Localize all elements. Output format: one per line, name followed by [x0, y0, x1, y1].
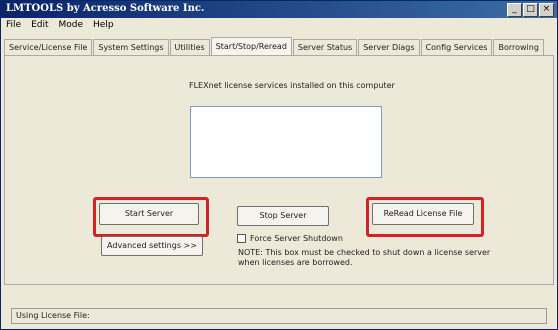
- tab-config-services[interactable]: Config Services: [420, 39, 493, 55]
- menu-mode[interactable]: Mode: [54, 19, 89, 33]
- status-bar: Using License File:: [11, 308, 547, 324]
- window-title: LMTOOLS by Acresso Software Inc.: [6, 3, 205, 14]
- services-caption: FLEXnet license services installed on th…: [189, 81, 395, 90]
- force-shutdown-label: Force Server Shutdown: [250, 234, 343, 243]
- advanced-settings-button[interactable]: Advanced settings >>: [101, 236, 203, 256]
- title-bar: LMTOOLS by Acresso Software Inc. _ □ ×: [1, 1, 557, 18]
- services-listbox[interactable]: [190, 106, 382, 178]
- tab-strip: Service/License File System Settings Uti…: [4, 37, 545, 55]
- shutdown-note: NOTE: This box must be checked to shut d…: [238, 248, 491, 267]
- tab-borrowing[interactable]: Borrowing: [493, 39, 544, 55]
- tab-server-status[interactable]: Server Status: [292, 39, 358, 55]
- menu-bar: File Edit Mode Help: [1, 19, 119, 33]
- start-server-button[interactable]: Start Server: [99, 203, 199, 225]
- menu-file[interactable]: File: [1, 19, 26, 33]
- tab-service-license-file[interactable]: Service/License File: [4, 39, 93, 55]
- force-shutdown-row: Force Server Shutdown: [237, 234, 343, 243]
- status-label: Using License File:: [16, 311, 90, 320]
- reread-license-file-button[interactable]: ReRead License File: [372, 203, 474, 225]
- minimize-button[interactable]: _: [507, 3, 522, 17]
- menu-help[interactable]: Help: [88, 19, 119, 33]
- tab-utilities[interactable]: Utilities: [169, 39, 210, 55]
- lmtools-window: LMTOOLS by Acresso Software Inc. _ □ × F…: [0, 0, 558, 330]
- stop-server-button[interactable]: Stop Server: [237, 206, 329, 226]
- tab-server-diags[interactable]: Server Diags: [358, 39, 420, 55]
- tab-system-settings[interactable]: System Settings: [93, 39, 169, 55]
- maximize-button[interactable]: □: [523, 3, 538, 17]
- close-button[interactable]: ×: [539, 3, 554, 17]
- tab-start-stop-reread[interactable]: Start/Stop/Reread: [210, 37, 292, 55]
- window-controls: _ □ ×: [507, 3, 554, 17]
- start-stop-reread-panel: FLEXnet license services installed on th…: [4, 55, 554, 285]
- force-shutdown-checkbox[interactable]: [237, 234, 246, 243]
- menu-edit[interactable]: Edit: [26, 19, 53, 33]
